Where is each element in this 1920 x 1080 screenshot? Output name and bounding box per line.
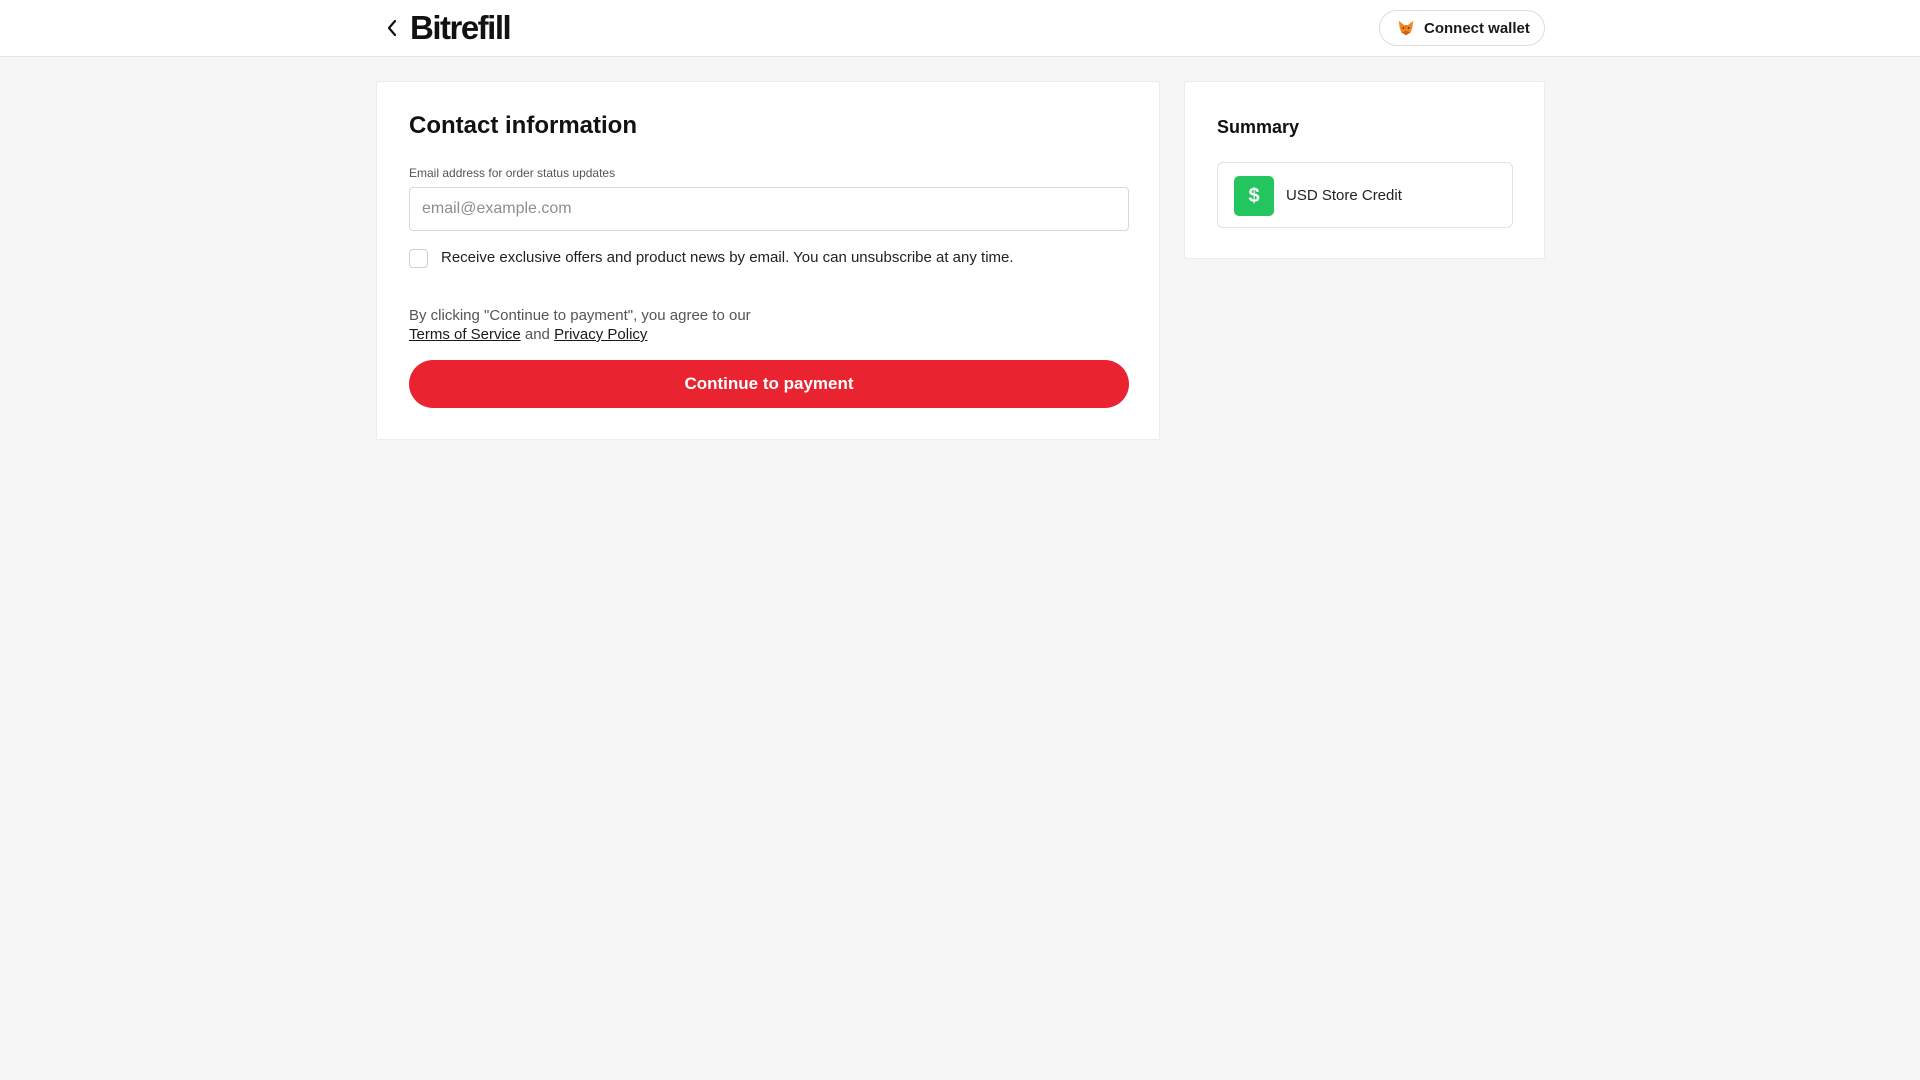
terms-prefix: By clicking "Continue to payment", you a… bbox=[409, 307, 751, 324]
continue-to-payment-button[interactable]: Continue to payment bbox=[409, 360, 1129, 408]
fox-icon bbox=[1398, 20, 1414, 36]
top-header: Bitrefill Connect wallet bbox=[0, 0, 1920, 57]
terms-notice: By clicking "Continue to payment", you a… bbox=[409, 306, 789, 344]
terms-and: and bbox=[520, 326, 555, 343]
newsletter-checkbox[interactable] bbox=[409, 249, 428, 268]
terms-of-service-link[interactable]: Terms of Service bbox=[409, 326, 521, 343]
summary-card: Summary $ USD Store Credit bbox=[1184, 81, 1545, 259]
connect-wallet-button[interactable]: Connect wallet bbox=[1379, 10, 1545, 46]
email-label: Email address for order status updates bbox=[409, 166, 616, 180]
privacy-policy-link[interactable]: Privacy Policy bbox=[554, 326, 647, 343]
contact-title: Contact information bbox=[409, 112, 637, 139]
chevron-left-icon bbox=[387, 19, 397, 37]
connect-wallet-label: Connect wallet bbox=[1424, 19, 1530, 37]
back-button[interactable] bbox=[380, 15, 404, 41]
dollar-icon: $ bbox=[1234, 176, 1274, 216]
email-input[interactable] bbox=[409, 187, 1129, 231]
summary-title: Summary bbox=[1217, 117, 1300, 137]
bitrefill-logo[interactable]: Bitrefill bbox=[410, 9, 512, 47]
summary-item: $ USD Store Credit bbox=[1217, 162, 1513, 228]
newsletter-label: Receive exclusive offers and product new… bbox=[441, 249, 1014, 266]
summary-item-label: USD Store Credit bbox=[1286, 187, 1402, 204]
contact-card: Contact information Email address for or… bbox=[376, 81, 1160, 440]
